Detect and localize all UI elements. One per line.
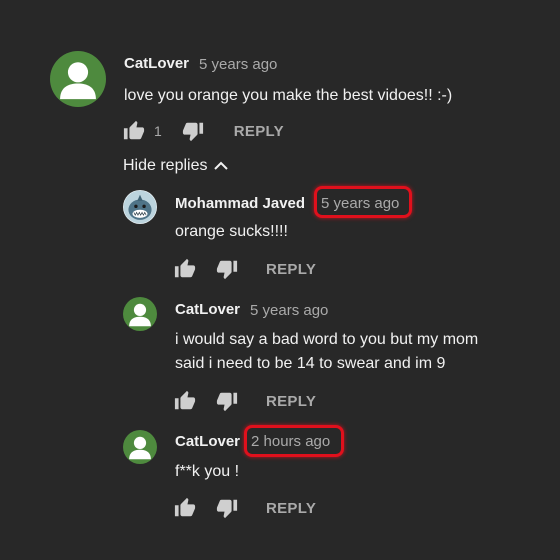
default-avatar-icon[interactable] [123,430,157,464]
thumbs-down-icon[interactable] [182,120,204,142]
comment-text: love you orange you make the best vidoes… [124,87,453,104]
reply-text-line-2: said i need to be 14 to swear and im 9 [175,355,446,372]
reply-button[interactable]: REPLY [234,123,284,140]
thumbs-up-icon[interactable] [174,258,196,280]
reply-author[interactable]: CatLover [175,301,240,318]
reply-timestamp[interactable]: 5 years ago [250,302,328,319]
reply-actions: REPLY [174,497,316,519]
reply-author[interactable]: CatLover [175,433,240,450]
reply-author[interactable]: Mohammad Javed [175,195,305,212]
comment-author[interactable]: CatLover [124,55,189,72]
default-avatar-icon[interactable] [50,51,106,107]
hide-replies-toggle[interactable]: Hide replies [123,157,229,175]
top-comment: CatLover 5 years ago love you orange you… [0,0,560,150]
thumbs-up-icon[interactable] [123,120,145,142]
hide-replies-label: Hide replies [123,157,208,174]
reply-button[interactable]: REPLY [266,261,316,278]
comment-timestamp[interactable]: 5 years ago [199,56,277,73]
shark-avatar-icon[interactable] [123,190,157,224]
reply-actions: REPLY [174,390,316,412]
red-highlight-box [244,425,344,457]
reply-text-line-1: i would say a bad word to you but my mom [175,331,479,348]
like-count: 1 [154,123,162,139]
thumbs-down-icon[interactable] [216,390,238,412]
reply-button[interactable]: REPLY [266,500,316,517]
default-avatar-icon[interactable] [123,297,157,331]
thumbs-down-icon[interactable] [216,497,238,519]
reply-text: f**k you ! [175,463,240,480]
red-highlight-box [314,186,412,218]
thumbs-up-icon[interactable] [174,497,196,519]
comment-actions: 1 REPLY [123,120,284,142]
thumbs-up-icon[interactable] [174,390,196,412]
reply-text: orange sucks!!!! [175,223,288,240]
reply-actions: REPLY [174,258,316,280]
chevron-up-icon [213,158,229,174]
thumbs-down-icon[interactable] [216,258,238,280]
reply-button[interactable]: REPLY [266,393,316,410]
